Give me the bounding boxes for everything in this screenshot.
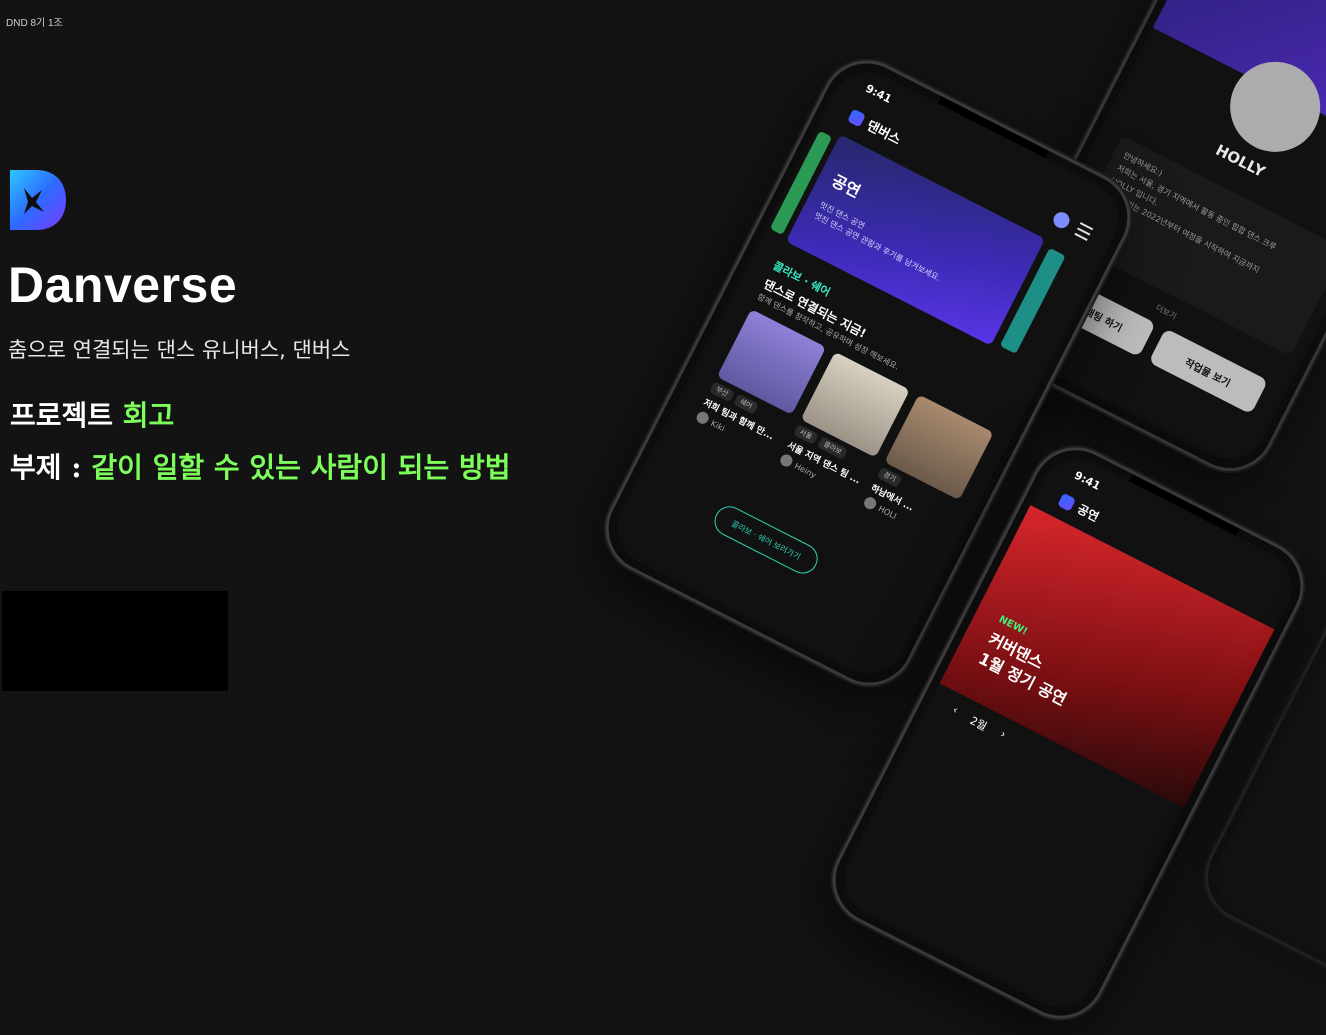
- headline-line2: 부제 : 같이 일할 수 있는 사람이 되는 방법: [10, 446, 511, 486]
- screen-title: 공연: [1075, 501, 1102, 525]
- avatar: [694, 409, 711, 426]
- banner-sub-line: 멋진 댄스 공연 관람과 후기를 남겨보세요.: [812, 211, 942, 283]
- avatar[interactable]: [1050, 209, 1073, 231]
- banner-subtitle: 멋진 댄스 공연 멋진 댄스 공연 관람과 후기를 남겨보세요.: [812, 200, 948, 285]
- menu-icon[interactable]: [1074, 222, 1094, 241]
- month-label: 2월: [967, 714, 989, 734]
- avatar: [862, 495, 879, 512]
- brand-tagline: 춤으로 연결되는 댄스 유니버스, 댄버스: [8, 338, 351, 362]
- banner-sub-line: 멋진 댄스 공연: [818, 200, 867, 231]
- more-link[interactable]: 더보기: [1154, 302, 1179, 322]
- danverse-logo: [10, 170, 66, 230]
- chevron-left-icon[interactable]: ‹: [949, 703, 961, 719]
- screen-header: 공연: [1057, 491, 1102, 525]
- banner-title: 공연: [828, 171, 864, 202]
- headline-line2-prefix: 부제 :: [10, 451, 92, 484]
- header-actions: [1050, 209, 1094, 241]
- app-logo-icon: [1057, 492, 1077, 512]
- chevron-right-icon[interactable]: ›: [997, 727, 1008, 743]
- app-logo-icon: [847, 108, 867, 127]
- avatar: [778, 452, 795, 469]
- headline-line2-highlight: 같이 일할 수 있는 사람이 되는 방법: [91, 451, 511, 484]
- brand-name: Danverse: [8, 257, 238, 313]
- redacted-block: [2, 591, 228, 691]
- status-time: 9:41: [1072, 468, 1103, 493]
- headline-line1-prefix: 프로젝트: [10, 399, 123, 432]
- card-user: Kiki: [709, 418, 727, 433]
- headline-line1-highlight: 회고: [122, 399, 175, 432]
- app-name: 댄버스: [864, 118, 903, 149]
- view-collab-button[interactable]: 콜라보 · 쉐어 보러가기: [709, 501, 823, 579]
- view-works-button[interactable]: 작업물 보기: [1148, 328, 1269, 415]
- status-time: 9:41: [863, 81, 894, 106]
- project-tag: DND 8기 1조: [6, 18, 63, 29]
- headline-line1: 프로젝트 회고: [10, 394, 174, 434]
